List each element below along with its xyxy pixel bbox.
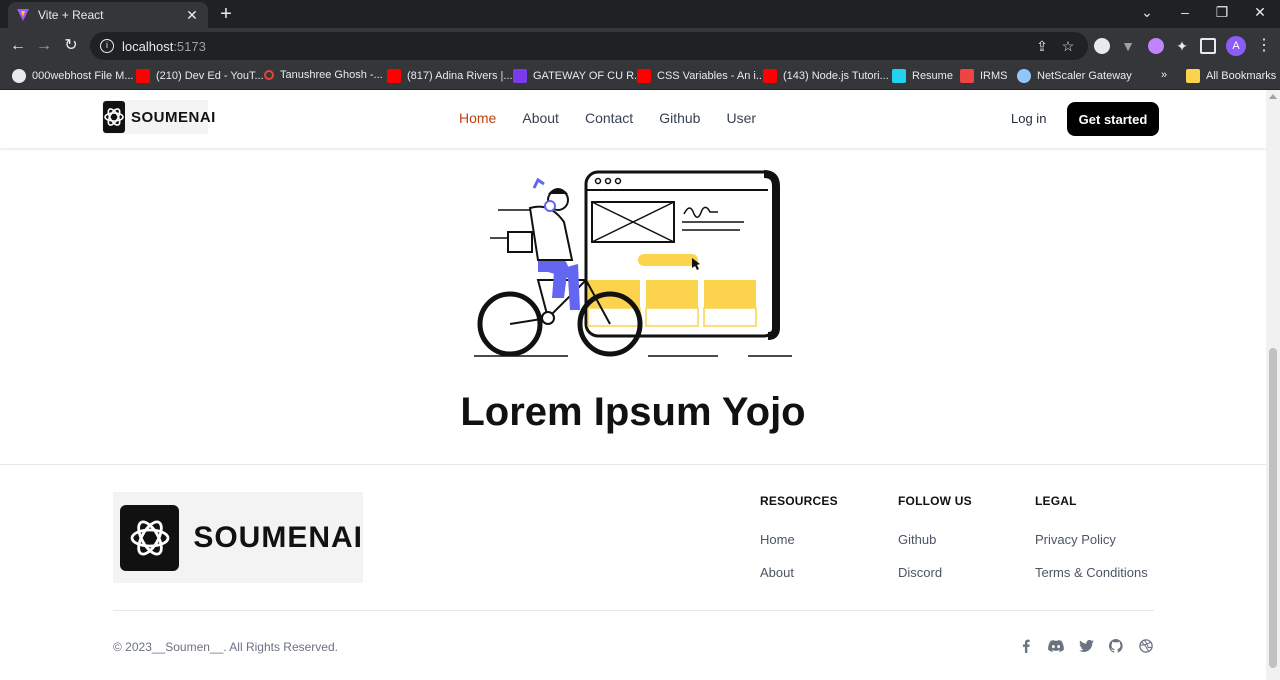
- address-bar[interactable]: i localhost :5173 ⇪ ☆: [90, 32, 1088, 60]
- tab-search-icon[interactable]: ⌄: [1137, 4, 1157, 21]
- footer-heading: RESOURCES: [760, 494, 838, 508]
- bookmark-item[interactable]: (143) Node.js Tutori...: [763, 69, 889, 83]
- page-scrollbar[interactable]: [1266, 90, 1280, 680]
- footer-link-discord[interactable]: Discord: [898, 565, 972, 580]
- login-link[interactable]: Log in: [1011, 111, 1046, 126]
- scrollbar-thumb[interactable]: [1269, 348, 1277, 668]
- browser-menu-icon[interactable]: ⋮: [1254, 36, 1274, 56]
- bookmark-item[interactable]: GATEWAY OF CU R...: [513, 69, 643, 83]
- tab-title: Vite + React: [38, 8, 104, 22]
- get-started-button[interactable]: Get started: [1067, 102, 1159, 136]
- youtube-icon: [763, 69, 777, 83]
- extension-purple-icon[interactable]: [1148, 38, 1164, 54]
- youtube-icon: [136, 69, 150, 83]
- bookmark-item[interactable]: Resume: [892, 69, 953, 83]
- bookmark-item[interactable]: IRMS: [960, 69, 1008, 83]
- minimize-icon[interactable]: –: [1175, 4, 1195, 20]
- footer-divider: [113, 610, 1154, 611]
- share-icon[interactable]: ⇪: [1034, 38, 1050, 55]
- atom-logo-icon: [130, 520, 170, 555]
- discord-icon[interactable]: [1047, 637, 1065, 655]
- site-header: SOUMENAI Home About Contact Github User …: [0, 90, 1266, 148]
- twitter-icon[interactable]: [1077, 637, 1095, 655]
- bookmarks-overflow-button[interactable]: »: [1161, 69, 1167, 81]
- youtube-icon: [637, 69, 651, 83]
- logo-mark: [103, 101, 125, 133]
- bookmarks-bar: 000webhost File M... (210) Dev Ed - YouT…: [0, 64, 1280, 90]
- bookmark-item[interactable]: NetScaler Gateway: [1017, 69, 1132, 83]
- all-bookmarks-button[interactable]: All Bookmarks: [1186, 69, 1276, 83]
- bookmark-item[interactable]: (210) Dev Ed - YouT...: [136, 69, 264, 83]
- back-icon[interactable]: ←: [8, 36, 28, 56]
- bookmark-favicon-icon: [960, 69, 974, 83]
- main-nav: Home About Contact Github User: [459, 110, 782, 126]
- dribbble-icon[interactable]: [1137, 637, 1155, 655]
- copyright-text: © 2023__Soumen__. All Rights Reserved.: [113, 640, 338, 654]
- nav-link-about[interactable]: About: [522, 110, 559, 126]
- site-footer: SOUMENAI RESOURCES Home About FOLLOW US …: [0, 464, 1266, 680]
- footer-column-resources: RESOURCES Home About: [760, 494, 838, 580]
- logo-wordmark: SOUMENAI: [131, 108, 216, 126]
- footer-link-terms[interactable]: Terms & Conditions: [1035, 565, 1148, 580]
- bookmark-favicon-icon: [513, 69, 527, 83]
- bookmark-item[interactable]: 000webhost File M...: [12, 69, 134, 83]
- reload-icon[interactable]: ↻: [61, 36, 81, 56]
- url-port: :5173: [173, 38, 206, 54]
- nav-link-contact[interactable]: Contact: [585, 110, 633, 126]
- extensions-puzzle-icon[interactable]: ✦: [1174, 38, 1190, 54]
- url-host: localhost: [122, 38, 174, 54]
- bookmark-star-icon[interactable]: ☆: [1060, 38, 1076, 55]
- nav-link-github[interactable]: Github: [659, 110, 700, 126]
- vite-icon: [17, 9, 29, 21]
- bookmark-item[interactable]: (817) Adina Rivers |...: [387, 69, 513, 83]
- side-panel-icon[interactable]: [1200, 38, 1216, 54]
- bookmark-favicon-icon: [12, 69, 26, 83]
- footer-logo[interactable]: SOUMENAI: [113, 492, 363, 583]
- bookmark-favicon-icon: [892, 69, 906, 83]
- profile-avatar[interactable]: A: [1226, 36, 1246, 56]
- page-viewport: SOUMENAI Home About Contact Github User …: [0, 90, 1266, 680]
- restore-icon[interactable]: ❐: [1212, 4, 1232, 21]
- nav-link-user[interactable]: User: [726, 110, 756, 126]
- window-close-icon[interactable]: ✕: [1250, 4, 1270, 21]
- atom-logo-icon: [104, 108, 124, 126]
- footer-column-legal: LEGAL Privacy Policy Terms & Conditions: [1035, 494, 1148, 580]
- footer-link-home[interactable]: Home: [760, 532, 838, 547]
- bookmark-item[interactable]: CSS Variables - An i...: [637, 69, 765, 83]
- footer-heading: FOLLOW US: [898, 494, 972, 508]
- hero-title: Lorem Ipsum Yojo: [460, 390, 806, 434]
- close-tab-icon[interactable]: ✕: [184, 7, 200, 24]
- browser-tabbar: Vite + React ✕ + ⌄ – ❐ ✕: [0, 0, 1280, 28]
- browser-toolbar: ← → ↻ i localhost :5173 ⇪ ☆ ▼ ✦ A ⋮: [0, 28, 1280, 64]
- forward-icon[interactable]: →: [34, 36, 54, 56]
- footer-logo-mark: [120, 504, 180, 571]
- footer-link-privacy-policy[interactable]: Privacy Policy: [1035, 532, 1148, 547]
- site-info-icon[interactable]: i: [100, 39, 114, 53]
- footer-link-github[interactable]: Github: [898, 532, 972, 547]
- youtube-icon: [387, 69, 401, 83]
- new-tab-button[interactable]: +: [216, 4, 236, 24]
- bookmark-favicon-icon: [1017, 69, 1031, 83]
- footer-heading: LEGAL: [1035, 494, 1077, 508]
- extension-v-icon[interactable]: ▼: [1120, 38, 1136, 54]
- footer-link-about[interactable]: About: [760, 565, 838, 580]
- github-icon[interactable]: [1107, 637, 1125, 655]
- scroll-up-icon[interactable]: [1269, 94, 1277, 99]
- footer-logo-wordmark: SOUMENAI: [193, 520, 363, 554]
- hero-illustration: [474, 170, 792, 357]
- facebook-icon[interactable]: [1017, 637, 1035, 655]
- header-logo[interactable]: SOUMENAI: [102, 100, 215, 134]
- bookmark-favicon-icon: [264, 70, 274, 80]
- footer-column-follow-us: FOLLOW US Github Discord: [898, 494, 972, 580]
- browser-tab[interactable]: Vite + React ✕: [8, 2, 208, 28]
- nav-link-home[interactable]: Home: [459, 110, 496, 126]
- bookmark-item[interactable]: Tanushree Ghosh -...: [264, 69, 383, 81]
- extension-globe-icon[interactable]: [1094, 38, 1110, 54]
- folder-icon: [1186, 69, 1200, 83]
